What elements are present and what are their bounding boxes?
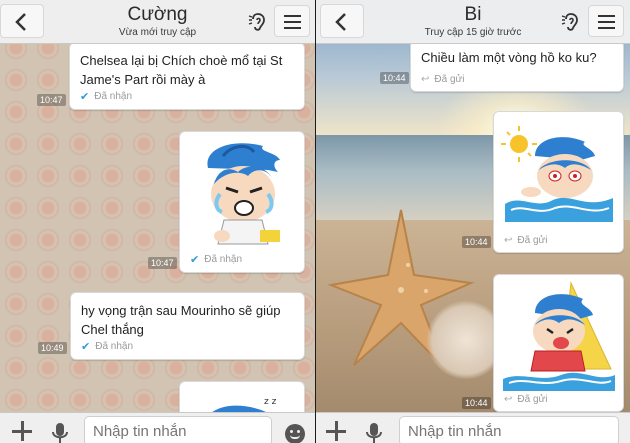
back-button[interactable] <box>320 4 364 38</box>
message-status: ✔ Đã nhận <box>81 341 134 353</box>
contact-name: Cường <box>127 4 188 25</box>
plus-icon[interactable] <box>326 421 346 441</box>
back-arrow-icon <box>15 13 26 31</box>
chat-header: Cường Vừa mới truy cập <box>0 0 315 44</box>
contact-name: Bi <box>464 4 482 25</box>
message-time: 10:47 <box>37 94 66 106</box>
check-icon: ✔ <box>190 254 200 266</box>
message-status: ↩ Đã gửi <box>504 394 548 405</box>
menu-button[interactable] <box>588 5 624 37</box>
message-text: Chelsea lại bị Chích choè mổ tại St Jame… <box>80 53 283 87</box>
last-seen: Truy cập 15 giờ trước <box>424 27 522 38</box>
message-input-bar <box>0 412 315 443</box>
sticker-message[interactable]: ↩ Đã gửi <box>493 274 624 412</box>
check-icon: ✔ <box>80 91 90 103</box>
reply-icon: ↩ <box>421 74 430 85</box>
message-input-bar <box>316 412 630 443</box>
message-bubble[interactable]: hy vọng trận sau Mourinho sẽ giúp Chel t… <box>70 292 305 360</box>
message-time: 10:44 <box>380 72 409 84</box>
message-status: ↩ Đã gửi <box>421 74 465 85</box>
chat-panel-bi: Bi Truy cập 15 giờ trước 10:44 Chiều làm… <box>316 0 630 443</box>
reply-icon: ↩ <box>504 235 513 246</box>
sticker-message[interactable]: ↩ Đã gửi <box>493 111 624 253</box>
sticker-message[interactable]: ✔ Đã nhận <box>179 131 305 273</box>
message-time: 10:49 <box>38 342 67 354</box>
swimming-boy-sticker <box>501 126 613 222</box>
message-status: ✔ Đã nhận <box>80 91 133 103</box>
message-text: hy vọng trận sau Mourinho sẽ giúp Chel t… <box>81 303 281 337</box>
chat-panel-cuong: Cường Vừa mới truy cập 10:47 Chelsea lại… <box>0 0 315 443</box>
back-button[interactable] <box>0 4 44 38</box>
mic-icon[interactable] <box>366 422 382 443</box>
svg-text:z z: z z <box>264 397 277 407</box>
ear-icon[interactable] <box>247 11 269 33</box>
check-icon: ✔ <box>81 341 91 353</box>
crying-boy-sticker <box>207 143 280 245</box>
plus-icon[interactable] <box>12 421 32 441</box>
message-status: ↩ Đã gửi <box>504 235 548 246</box>
message-time: 10:44 <box>462 236 491 248</box>
message-text: Chiều làm một vòng hồ ko ku? <box>421 50 597 65</box>
message-input[interactable] <box>84 416 272 443</box>
message-input[interactable] <box>399 416 619 443</box>
message-time: 10:47 <box>148 257 177 269</box>
message-status: ✔ Đã nhận <box>190 254 243 266</box>
message-time: 10:44 <box>462 397 491 409</box>
emoji-icon[interactable] <box>285 424 305 443</box>
message-bubble[interactable]: Chiều làm một vòng hồ ko ku? ↩ Đã gửi <box>410 40 624 92</box>
last-seen: Vừa mới truy cập <box>118 27 197 38</box>
mic-icon[interactable] <box>52 422 68 443</box>
ear-icon[interactable] <box>560 11 582 33</box>
back-arrow-icon <box>335 13 346 31</box>
surfing-boy-sticker <box>503 281 615 391</box>
menu-button[interactable] <box>274 5 310 37</box>
reply-icon: ↩ <box>504 394 513 405</box>
chat-header: Bi Truy cập 15 giờ trước <box>316 0 630 44</box>
message-bubble[interactable]: Chelsea lại bị Chích choè mổ tại St Jame… <box>69 42 305 110</box>
